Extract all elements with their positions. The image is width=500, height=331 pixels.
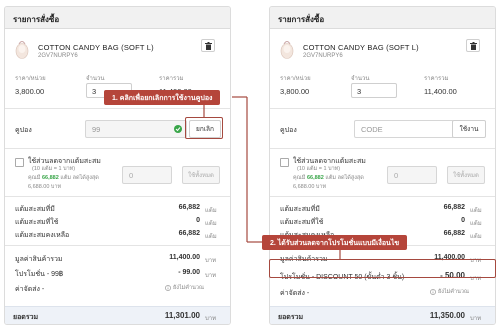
connector-lines — [203, 96, 341, 259]
callout-cancel-coupon: 1. คลิกเพื่อยกเลิกการใช้งานคูปอง — [104, 90, 221, 105]
callout-conditional-promo: 2. ได้รับส่วนลดจากโปรโมชั่นแบบมีเงื่อนไข — [262, 235, 408, 250]
